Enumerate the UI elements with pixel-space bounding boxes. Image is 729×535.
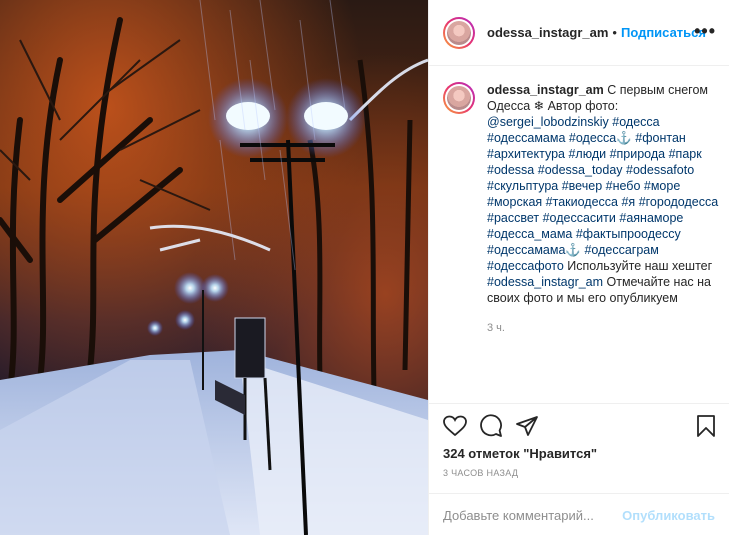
hashtag-link[interactable]: #одесса_мама [487,227,572,241]
separator-dot: • [612,25,617,40]
hashtag-link[interactable]: #odessa_today [538,163,623,177]
caption-comment: odessa_instagr_am С первым снегом Одесса… [443,82,723,336]
hashtag-link[interactable]: #небо [606,179,641,193]
caption-text: С первым снегом Одесса ❄ Автор фото: @se… [487,83,718,305]
hashtag-link[interactable]: #фактыпроодессу [576,227,681,241]
hashtag-link[interactable]: #море [644,179,680,193]
comment-input[interactable] [443,506,613,524]
hashtag-link[interactable]: #горододесса [639,195,719,209]
hashtag-link[interactable]: #одессамама⚓ [487,243,581,257]
send-icon[interactable] [515,414,539,438]
hashtag-link[interactable]: @sergei_lobodzinskiy [487,115,609,129]
heart-icon[interactable] [443,414,467,438]
hashtag-link[interactable]: #морская [487,195,542,209]
hashtag-link[interactable]: #одесса [612,115,659,129]
caption-username[interactable]: odessa_instagr_am [487,83,604,97]
hashtag-link[interactable]: #odessa [487,163,534,177]
hashtag-link[interactable]: #аянаморе [619,211,683,225]
hashtag-link[interactable]: #такиодесса [546,195,618,209]
action-bar [443,414,718,438]
hashtag-link[interactable]: #вечер [562,179,602,193]
publish-button[interactable]: Опубликовать [622,508,715,523]
hashtag-link[interactable]: #одессасити [543,211,616,225]
post-header: odessa_instagr_am • Подписаться ••• [429,0,729,66]
more-options-icon[interactable]: ••• [694,22,716,40]
hashtag-link[interactable]: #фонтан [635,131,686,145]
hashtag-link[interactable]: #odessafoto [626,163,694,177]
snowy-park-night-image [0,0,428,535]
hashtag-link[interactable]: #архитектура [487,147,565,161]
hashtag-link[interactable]: #odessa_instagr_am [487,275,603,289]
divider [429,493,729,494]
caption-time[interactable]: 3 ч. [487,320,723,336]
hashtag-link[interactable]: #одессафото [487,259,564,273]
bookmark-icon[interactable] [694,414,718,438]
caption-text-run: Используйте наш хештег [563,259,713,273]
hashtag-link[interactable]: #одессамама [487,131,565,145]
hashtag-link[interactable]: #люди [568,147,606,161]
hashtag-link[interactable]: #парк [669,147,702,161]
post-timestamp[interactable]: 3 ЧАСОВ НАЗАД [443,468,518,478]
hashtag-link[interactable]: #природа [610,147,666,161]
header-username[interactable]: odessa_instagr_am [487,25,608,40]
avatar[interactable] [443,16,475,49]
hashtag-link[interactable]: #рассвет [487,211,539,225]
comment-icon[interactable] [479,414,503,438]
post-photo[interactable] [0,0,428,535]
hashtag-link[interactable]: #скульптура [487,179,558,193]
hashtag-link[interactable]: #я [621,195,635,209]
caption-body: odessa_instagr_am С первым снегом Одесса… [487,82,723,336]
post-side-panel: odessa_instagr_am • Подписаться ••• odes… [428,0,729,535]
caption-text-run: Автор фото: [544,99,619,113]
hashtag-link[interactable]: #одессаграм [584,243,658,257]
caption-avatar[interactable] [443,82,475,114]
hashtag-link[interactable]: #одесса⚓ [569,131,632,145]
likes-count[interactable]: 324 отметок "Нравится" [443,446,597,461]
divider [429,403,729,404]
